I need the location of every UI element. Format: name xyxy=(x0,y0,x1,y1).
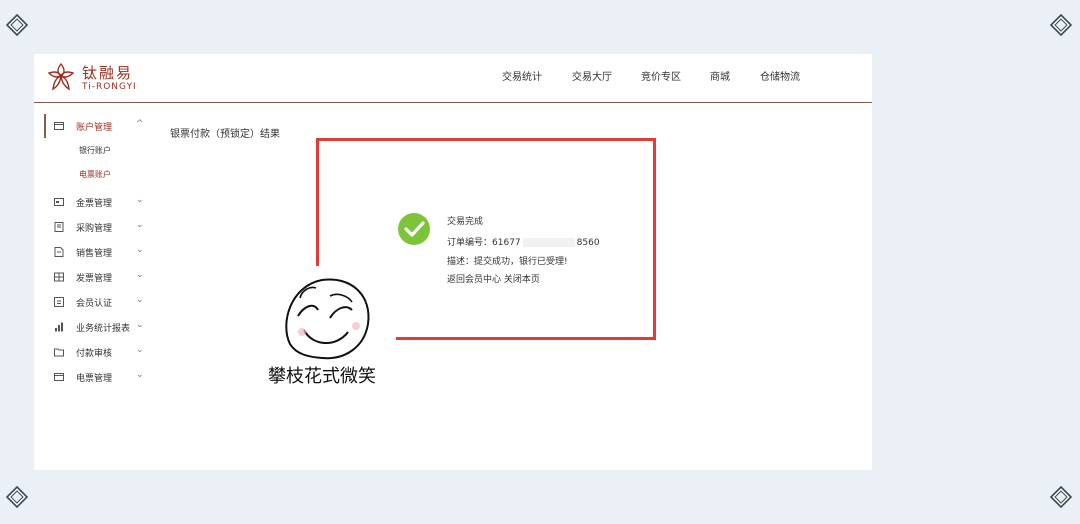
order-number: 订单编号：61677 8560 xyxy=(447,235,600,248)
brand-name-en: Ti-RONGYI xyxy=(82,82,137,92)
sidebar-item-label: 账户管理 xyxy=(76,123,113,133)
member-icon xyxy=(54,297,64,307)
diamond-icon xyxy=(6,14,28,36)
sidebar-item-member[interactable]: 会员认证 ⌄ xyxy=(54,295,154,313)
nav-logistics[interactable]: 仓储物流 xyxy=(760,68,800,83)
active-indicator xyxy=(44,114,46,138)
chevron-down-icon: ⌄ xyxy=(136,195,144,205)
sidebar-item-label: 采购管理 xyxy=(76,224,113,234)
sidebar-item-label: 金票管理 xyxy=(76,199,113,209)
brand-logo[interactable]: 钛融易 Ti-RONGYI xyxy=(44,60,154,96)
sidebar-item-label: 电票管理 xyxy=(76,374,113,384)
chevron-down-icon: ⌄ xyxy=(136,245,144,255)
chevron-down-icon: ⌄ xyxy=(136,345,144,355)
order-number-suffix: 8560 xyxy=(576,238,600,248)
chart-icon xyxy=(55,322,63,332)
back-to-member-center-link[interactable]: 返回会员中心 xyxy=(447,275,501,285)
flower-logo-icon xyxy=(47,62,75,91)
chevron-up-icon: ^ xyxy=(136,119,144,129)
sidebar-item-gold-ticket[interactable]: 金票管理 ⌄ xyxy=(54,195,154,213)
result-links: 返回会员中心 关闭本页 xyxy=(447,272,540,285)
sidebar-item-label: 发票管理 xyxy=(76,274,113,284)
nav-bidding[interactable]: 竞价专区 xyxy=(641,68,681,83)
invoice-icon xyxy=(54,272,64,282)
order-label: 订单编号： xyxy=(447,238,493,248)
success-check-icon xyxy=(398,213,430,245)
sidebar-item-purchase[interactable]: 采购管理 ⌄ xyxy=(54,220,154,238)
sidebar-item-payment-review[interactable]: 付款审核 ⌄ xyxy=(54,345,154,363)
sidebar-item-label: 付款审核 xyxy=(76,349,113,359)
result-status: 交易完成 xyxy=(447,217,484,227)
sidebar-item-label: 会员认证 xyxy=(76,299,113,309)
chevron-down-icon: ⌄ xyxy=(136,370,144,380)
result-description: 描述：提交成功，银行已受理! xyxy=(447,257,568,267)
sales-icon xyxy=(54,247,64,257)
diamond-icon xyxy=(6,486,28,508)
sidebar-item-report[interactable]: 业务统计报表 ⌄ xyxy=(54,320,154,338)
ticket-icon xyxy=(54,198,64,206)
purchase-icon xyxy=(54,222,64,232)
sidebar: 账户管理 ^ 银行账户 电票账户 金票管理 ⌄ 采购管理 ⌄ 销售管理 ⌄ 发票… xyxy=(34,114,156,454)
nav-trade-hall[interactable]: 交易大厅 xyxy=(572,68,612,83)
close-page-link[interactable]: 关闭本页 xyxy=(504,275,540,285)
folder-icon xyxy=(54,348,64,357)
brand-name: 钛融易 xyxy=(82,64,134,82)
nav-mall[interactable]: 商城 xyxy=(710,68,730,83)
sidebar-item-label: 销售管理 xyxy=(76,249,113,259)
chevron-down-icon: ⌄ xyxy=(136,220,144,230)
sidebar-item-label: 业务统计报表 xyxy=(76,324,131,334)
chevron-down-icon: ⌄ xyxy=(136,320,144,330)
sidebar-sub-e-ticket-account[interactable]: 电票账户 xyxy=(79,169,111,180)
nav-trade-stats[interactable]: 交易统计 xyxy=(502,68,542,83)
sidebar-sub-bank-account[interactable]: 银行账户 xyxy=(79,145,111,156)
diamond-icon xyxy=(1050,486,1072,508)
diamond-icon xyxy=(1050,14,1072,36)
browser-page: 钛融易 Ti-RONGYI 交易统计 交易大厅 竞价专区 商城 仓储物流 账户管… xyxy=(34,54,872,470)
sidebar-item-sales[interactable]: 销售管理 ⌄ xyxy=(54,245,154,263)
account-icon xyxy=(54,122,64,130)
sidebar-item-account[interactable]: 账户管理 ^ xyxy=(54,119,154,137)
redaction-mask xyxy=(522,238,575,247)
order-number-prefix: 61677 xyxy=(492,238,521,248)
sidebar-item-e-ticket[interactable]: 电票管理 ⌄ xyxy=(54,370,154,388)
page-title: 银票付款（预锁定）结果 xyxy=(170,129,280,140)
chevron-down-icon: ⌄ xyxy=(136,270,144,280)
e-ticket-icon xyxy=(54,373,64,381)
chevron-down-icon: ⌄ xyxy=(136,295,144,305)
sidebar-item-invoice[interactable]: 发票管理 ⌄ xyxy=(54,270,154,288)
top-header: 钛融易 Ti-RONGYI 交易统计 交易大厅 竞价专区 商城 仓储物流 xyxy=(34,54,872,103)
sticker-caption: 攀枝花式微笑 xyxy=(268,362,376,388)
